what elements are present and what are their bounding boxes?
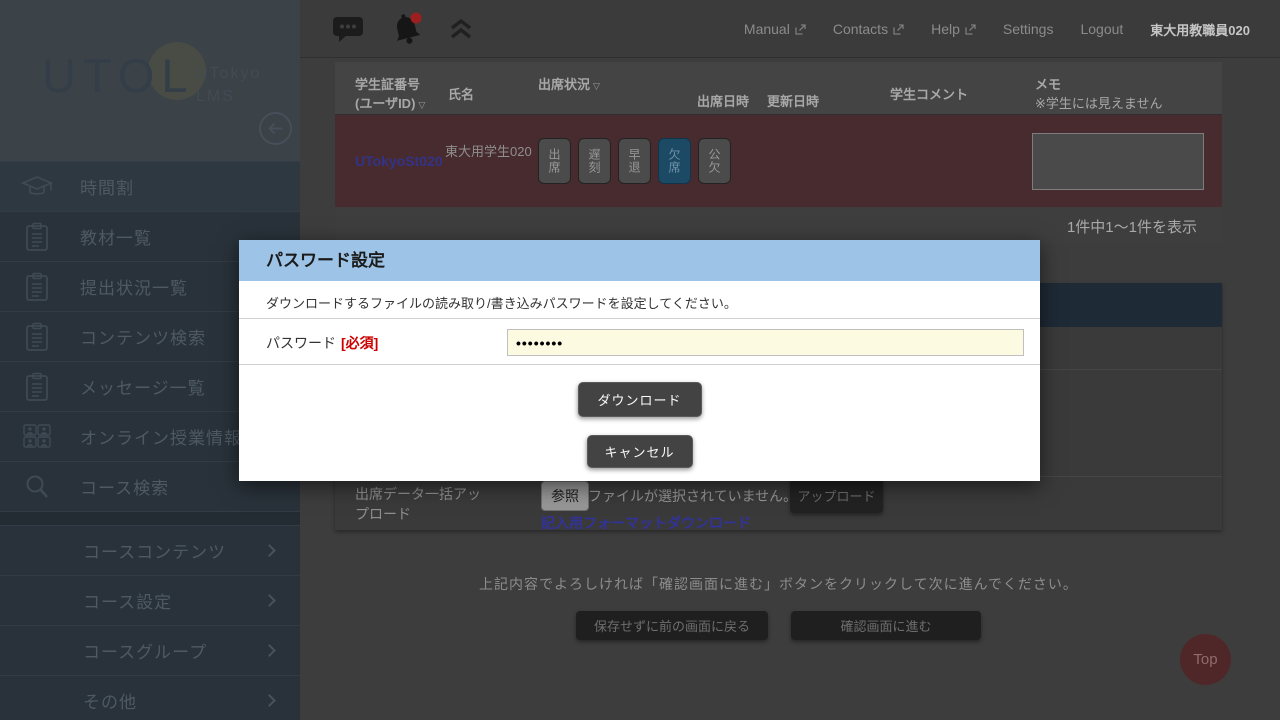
instruction-text: 上記内容でよろしければ「確認画面に進む」ボタンをクリックして次に進んでください。 [335, 574, 1222, 594]
col-status: 出席状況▽ [538, 74, 600, 93]
required-badge: [必須] [341, 335, 378, 351]
username-label: 東大用教職員020 [1150, 20, 1250, 39]
clipboard-icon [20, 322, 54, 352]
status-absent-button[interactable]: 欠席 [658, 138, 691, 184]
chevron-right-icon [263, 644, 276, 657]
sidebar-item-label: 教材一覧 [80, 224, 152, 249]
sidebar-logo-area: UTOL UTokyo LMS [0, 0, 300, 161]
upload-button[interactable]: アップロード [790, 477, 883, 513]
memo-textarea[interactable] [1032, 133, 1204, 190]
password-form-row: パスワード[必須] [239, 319, 1040, 365]
result-count: 1件中1〜1件を表示 [1067, 216, 1197, 237]
sidebar-item-label: コースグループ [83, 638, 207, 663]
sidebar-item-label: コースコンテンツ [83, 538, 226, 563]
screen: Manual Contacts Help Settings Logout 東大用… [0, 0, 1280, 720]
graduation-cap-icon [20, 173, 54, 200]
go-to-confirm-button[interactable]: 確認画面に進む [791, 611, 981, 640]
sidebar-item-timetable[interactable]: 時間割 [0, 161, 300, 211]
sidebar-collapse-button[interactable] [258, 111, 293, 146]
sidebar-item-label: その他 [83, 688, 137, 713]
sidebar-item-course-group[interactable]: コースグループ [0, 625, 300, 675]
col-student-id: 学生証番号 (ユーザID)▽ [355, 74, 425, 112]
sidebar-item-label: 提出状況一覧 [80, 274, 188, 299]
manual-link[interactable]: Manual [744, 21, 806, 37]
sidebar-item-course-settings[interactable]: コース設定 [0, 575, 300, 625]
utol-logo-subtitle: UTokyo LMS [196, 62, 261, 108]
no-file-selected-text: ファイルが選択されていません。 [588, 486, 797, 506]
col-name: 氏名 [448, 84, 474, 103]
external-link-icon [893, 24, 904, 35]
sidebar-item-label: 時間割 [80, 174, 134, 199]
cancel-button[interactable]: キャンセル [586, 435, 692, 468]
sidebar-divider [0, 511, 300, 525]
topbar-links: Manual Contacts Help Settings Logout 東大用… [744, 0, 1250, 58]
attendance-table-header: 学生証番号 (ユーザID)▽ 氏名 出席状況▽ 出席日時 更新日時 学生コメント… [335, 62, 1222, 115]
student-id-link[interactable]: UTokyoSt020 [355, 153, 443, 169]
clipboard-icon [20, 372, 54, 402]
footer-buttons: 保存せずに前の画面に戻る 確認画面に進む [335, 611, 1222, 640]
help-link[interactable]: Help [931, 21, 976, 37]
attendance-status-buttons: 出席 遅刻 早退 欠席 公欠 [538, 138, 731, 184]
collapse-header-icon[interactable] [448, 17, 474, 41]
status-late-button[interactable]: 遅刻 [578, 138, 611, 184]
sidebar-submenu: コースコンテンツ コース設定 コースグループ その他 [0, 525, 300, 720]
search-icon [20, 473, 54, 501]
status-early-leave-button[interactable]: 早退 [618, 138, 651, 184]
utol-logo: UTOL [42, 48, 195, 103]
back-without-save-button[interactable]: 保存せずに前の画面に戻る [576, 611, 768, 640]
modal-footer: ダウンロード キャンセル [239, 365, 1040, 480]
chevron-right-icon [263, 544, 276, 557]
table-row: UTokyoSt020 東大用学生020 出席 遅刻 早退 欠席 公欠 [335, 115, 1222, 207]
manual-link-label: Manual [744, 21, 790, 37]
logo-sub-line1: UTokyo [196, 62, 261, 85]
status-present-button[interactable]: 出席 [538, 138, 571, 184]
clipboard-icon [20, 272, 54, 302]
sidebar-item-label: コース設定 [83, 588, 172, 613]
col-update-time: 更新日時 [767, 91, 819, 110]
sidebar-item-others[interactable]: その他 [0, 675, 300, 720]
logo-sub-line2: LMS [196, 85, 261, 108]
chevron-right-icon [263, 594, 276, 607]
col-attend-time: 出席日時 [697, 91, 749, 110]
notification-bell-icon[interactable] [388, 9, 426, 49]
sidebar-item-label: オンライン授業情報 [80, 424, 242, 449]
chevron-right-icon [263, 694, 276, 707]
sidebar-item-label: コース検索 [80, 474, 169, 499]
help-link-label: Help [931, 21, 960, 37]
download-button[interactable]: ダウンロード [577, 382, 701, 417]
format-download-link[interactable]: 記入用フォーマットダウンロード [541, 513, 751, 533]
settings-link[interactable]: Settings [1003, 21, 1054, 37]
col-memo: メモ ※学生には見えません [1035, 74, 1163, 112]
sort-icon[interactable]: ▽ [418, 100, 425, 110]
topbar: Manual Contacts Help Settings Logout 東大用… [300, 0, 1280, 58]
password-settings-modal: パスワード設定 ダウンロードするファイルの読み取り/書き込みパスワードを設定して… [239, 240, 1040, 481]
external-link-icon [965, 24, 976, 35]
scroll-to-top-button[interactable]: Top [1180, 634, 1231, 685]
password-label: パスワード[必須] [266, 333, 378, 353]
sidebar-item-label: メッセージ一覧 [80, 374, 206, 399]
clipboard-icon [20, 222, 54, 252]
logout-link[interactable]: Logout [1080, 21, 1123, 37]
sidebar-item-course-contents[interactable]: コースコンテンツ [0, 525, 300, 575]
topbar-icons [332, 0, 474, 58]
notification-badge [411, 13, 422, 24]
modal-description: ダウンロードするファイルの読み取り/書き込みパスワードを設定してください。 [239, 281, 1040, 319]
sort-icon[interactable]: ▽ [593, 81, 600, 91]
attendance-table: 学生証番号 (ユーザID)▽ 氏名 出席状況▽ 出席日時 更新日時 学生コメント… [335, 62, 1222, 243]
table-footer: 1件中1〜1件を表示 [335, 207, 1222, 243]
password-input[interactable] [507, 329, 1024, 356]
bulk-upload-label: 出席データ一括アップロード [355, 485, 489, 524]
student-name: 東大用学生020 [445, 143, 541, 161]
col-student-comment: 学生コメント [890, 84, 968, 103]
modal-header: パスワード設定 [239, 240, 1040, 281]
sidebar-item-label: コンテンツ検索 [80, 324, 206, 349]
chat-icon[interactable] [332, 14, 366, 44]
browse-file-button[interactable]: 参照 [541, 481, 589, 511]
contacts-link[interactable]: Contacts [833, 21, 904, 37]
contacts-link-label: Contacts [833, 21, 888, 37]
status-excused-button[interactable]: 公欠 [698, 138, 731, 184]
online-class-icon [20, 423, 54, 450]
external-link-icon [795, 24, 806, 35]
modal-title: パスワード設定 [239, 240, 1040, 281]
